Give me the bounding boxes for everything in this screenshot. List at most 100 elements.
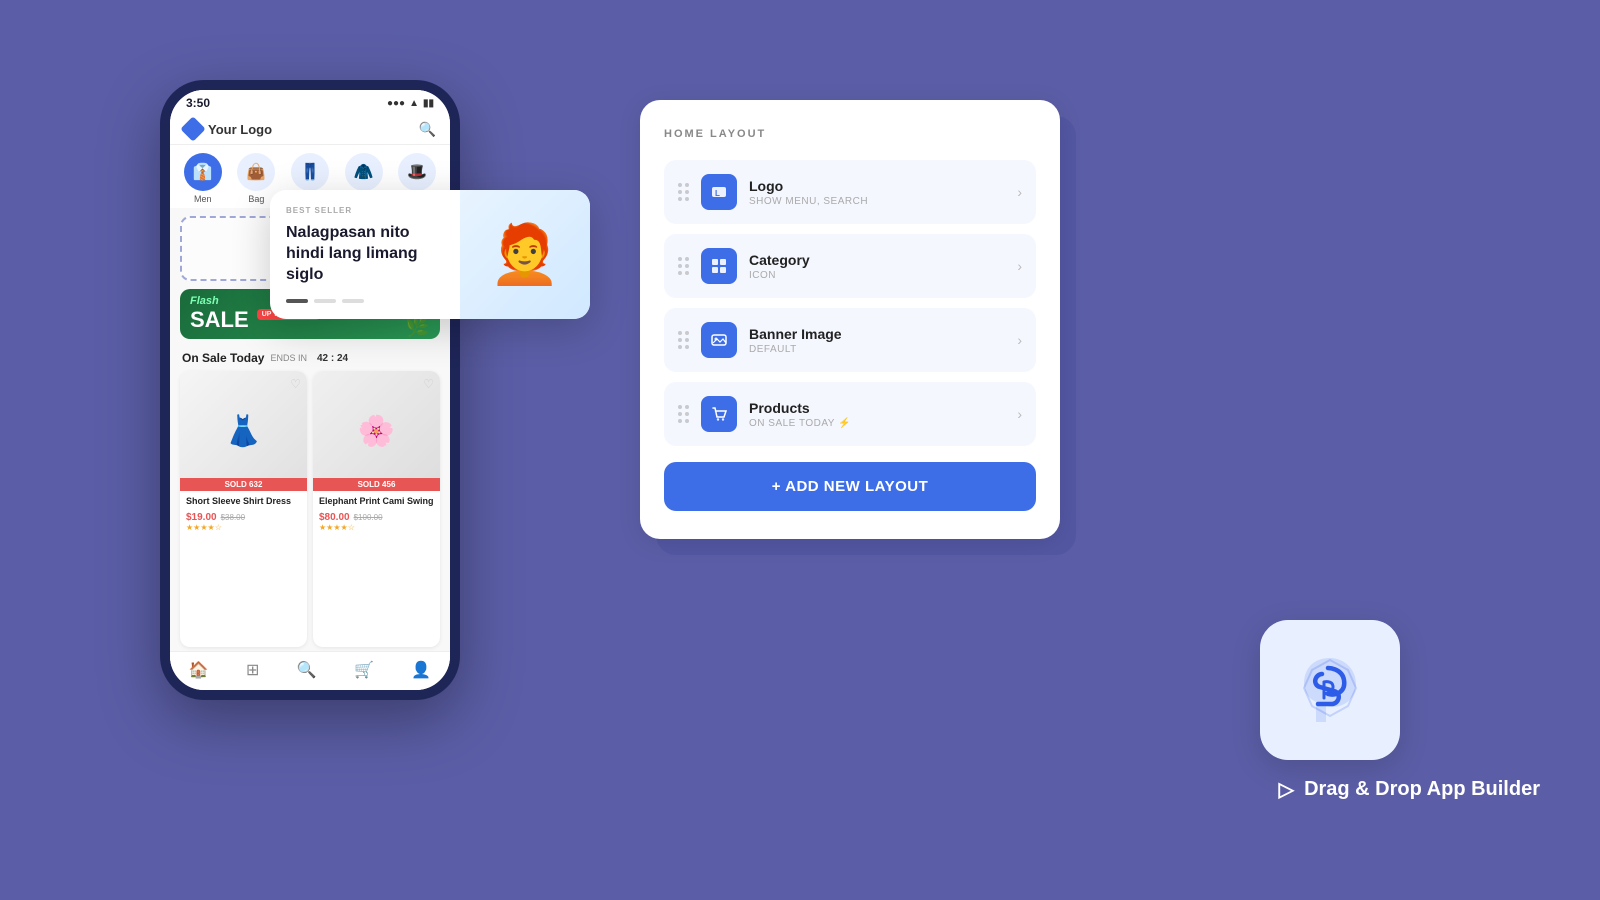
- cat-label-bag: Bag: [248, 194, 264, 204]
- drag-handle-logo: [678, 183, 689, 201]
- right-panel: HOME LAYOUT L Logo SHOW MENU, SEARCH ›: [640, 100, 1060, 539]
- popup-content: BEST SELLER Nalagpasan nito hindi lang l…: [270, 190, 460, 319]
- signal-icon: ●●●: [387, 98, 405, 109]
- drag-drop-label: ▷ Drag & Drop App Builder: [1279, 777, 1540, 802]
- popup-card: BEST SELLER Nalagpasan nito hindi lang l…: [270, 190, 590, 319]
- nav-profile-icon[interactable]: 👤: [411, 660, 431, 680]
- sale-countdown: 42 : 24: [317, 353, 348, 364]
- category-layout-sub: ICON: [749, 270, 1017, 281]
- product-info-1: Short Sleeve Shirt Dress $19.00 $38.00 ★…: [180, 491, 307, 537]
- product-name-1: Short Sleeve Shirt Dress: [186, 496, 301, 508]
- products-chevron-icon: ›: [1017, 406, 1022, 422]
- category-chevron-icon: ›: [1017, 258, 1022, 274]
- popup-dots: [286, 299, 444, 303]
- product-dress-img: 👗: [180, 371, 307, 491]
- sale-ends-label: ENDS IN: [270, 353, 307, 363]
- status-bar: 3:50 ●●● ▲ ▮▮: [170, 90, 450, 114]
- logo-layout-text: Logo SHOW MENU, SEARCH: [749, 178, 1017, 207]
- cat-icon-men: 👔: [184, 153, 222, 191]
- panel-title: HOME LAYOUT: [664, 128, 1036, 140]
- layout-item-logo[interactable]: L Logo SHOW MENU, SEARCH ›: [664, 160, 1036, 224]
- product-price-1: $19.00: [186, 512, 217, 523]
- nav-grid-icon[interactable]: ⊞: [246, 660, 259, 680]
- battery-icon: ▮▮: [423, 98, 434, 109]
- banner-icon-box: [701, 322, 737, 358]
- category-men[interactable]: 👔 Men: [184, 153, 222, 204]
- nav-home-icon[interactable]: 🏠: [189, 660, 209, 680]
- add-layout-button[interactable]: + ADD NEW LAYOUT: [664, 462, 1036, 511]
- banner-layout-name: Banner Image: [749, 326, 1017, 342]
- popup-dot-3: [342, 299, 364, 303]
- cat-icon-jeans: 🎩: [398, 153, 436, 191]
- logo-diamond-icon: [180, 116, 205, 141]
- phone-mockup: 3:50 ●●● ▲ ▮▮ Your Logo 🔍 👔 Me: [160, 80, 460, 700]
- drag-handle-category: [678, 257, 689, 275]
- product-stars-2: ★★★★☆: [319, 523, 434, 532]
- cat-label-men: Men: [194, 194, 212, 204]
- logo-layout-name: Logo: [749, 178, 1017, 194]
- product-card-1[interactable]: 👗 ♡ SOLD 632 Short Sleeve Shirt Dress $1…: [180, 371, 307, 647]
- app-icon-svg: [1290, 650, 1370, 730]
- product-price-2: $80.00: [319, 512, 350, 523]
- phone-frame: 3:50 ●●● ▲ ▮▮ Your Logo 🔍 👔 Me: [160, 80, 460, 700]
- status-icons: ●●● ▲ ▮▮: [387, 98, 434, 109]
- products-layout-name: Products: [749, 400, 1017, 416]
- product-stars-1: ★★★★☆: [186, 523, 301, 532]
- heart-icon-1[interactable]: ♡: [290, 377, 301, 391]
- popup-title: Nalagpasan nito hindi lang limang siglo: [286, 223, 444, 285]
- app-navbar: Your Logo 🔍: [170, 114, 450, 145]
- heart-icon-2[interactable]: ♡: [423, 377, 434, 391]
- flash-text: Flash: [190, 295, 249, 307]
- popup-image: 🧑‍🦰: [460, 190, 590, 319]
- sold-badge-1: SOLD 632: [180, 478, 307, 491]
- cat-icon-jackets: 🧥: [345, 153, 383, 191]
- drag-handle-products: [678, 405, 689, 423]
- banner-chevron-icon: ›: [1017, 332, 1022, 348]
- flash-sale-big: SALE: [190, 307, 249, 333]
- phone-screen: 3:50 ●●● ▲ ▮▮ Your Logo 🔍 👔 Me: [170, 90, 450, 690]
- product-price-orig-2: $100.00: [354, 513, 383, 522]
- product-card-2[interactable]: 🌸 ♡ SOLD 456 Elephant Print Cami Swing $…: [313, 371, 440, 647]
- product-price-orig-1: $38.00: [221, 513, 245, 522]
- popup-dot-2: [314, 299, 336, 303]
- nav-search-icon[interactable]: 🔍: [297, 660, 317, 680]
- product-img-1: 👗 ♡ SOLD 632: [180, 371, 307, 491]
- nav-cart-icon[interactable]: 🛒: [354, 660, 374, 680]
- drag-drop-icon: ▷: [1279, 777, 1294, 802]
- category-layout-text: Category ICON: [749, 252, 1017, 281]
- category-layout-name: Category: [749, 252, 1017, 268]
- phone-search-icon[interactable]: 🔍: [419, 121, 436, 138]
- cat-icon-blazers: 👖: [291, 153, 329, 191]
- right-panel-wrapper: HOME LAYOUT L Logo SHOW MENU, SEARCH ›: [640, 100, 1060, 539]
- products-icon-box: [701, 396, 737, 432]
- product-info-2: Elephant Print Cami Swing $80.00 $100.00…: [313, 491, 440, 537]
- logo-text: Your Logo: [208, 122, 272, 137]
- app-logo: Your Logo: [184, 120, 272, 138]
- product-name-2: Elephant Print Cami Swing: [319, 496, 434, 508]
- category-icon-box: [701, 248, 737, 284]
- logo-layout-sub: SHOW MENU, SEARCH: [749, 196, 1017, 207]
- drag-drop-text: Drag & Drop App Builder: [1304, 778, 1540, 801]
- logo-chevron-icon: ›: [1017, 184, 1022, 200]
- layout-item-category[interactable]: Category ICON ›: [664, 234, 1036, 298]
- status-time: 3:50: [186, 96, 210, 110]
- popup-dot-1: [286, 299, 308, 303]
- drag-handle-banner: [678, 331, 689, 349]
- category-bag[interactable]: 👜 Bag: [237, 153, 275, 204]
- bottom-nav: 🏠 ⊞ 🔍 🛒 👤: [170, 651, 450, 690]
- app-icon-wrapper: [1260, 620, 1400, 760]
- wifi-icon: ▲: [409, 98, 419, 109]
- products-layout-sub: ON SALE TODAY ⚡: [749, 418, 1017, 429]
- products-layout-text: Products ON SALE TODAY ⚡: [749, 400, 1017, 429]
- svg-text:L: L: [715, 189, 720, 198]
- layout-item-products[interactable]: Products ON SALE TODAY ⚡ ›: [664, 382, 1036, 446]
- sale-header: On Sale Today ENDS IN 42 : 24: [170, 345, 450, 367]
- product-img-2: 🌸 ♡ SOLD 456: [313, 371, 440, 491]
- logo-icon-box: L: [701, 174, 737, 210]
- app-icon: [1260, 620, 1400, 760]
- popup-badge: BEST SELLER: [286, 206, 444, 215]
- layout-item-banner[interactable]: Banner Image DEFAULT ›: [664, 308, 1036, 372]
- sold-badge-2: SOLD 456: [313, 478, 440, 491]
- product-elephant-img: 🌸: [313, 371, 440, 491]
- cat-icon-bag: 👜: [237, 153, 275, 191]
